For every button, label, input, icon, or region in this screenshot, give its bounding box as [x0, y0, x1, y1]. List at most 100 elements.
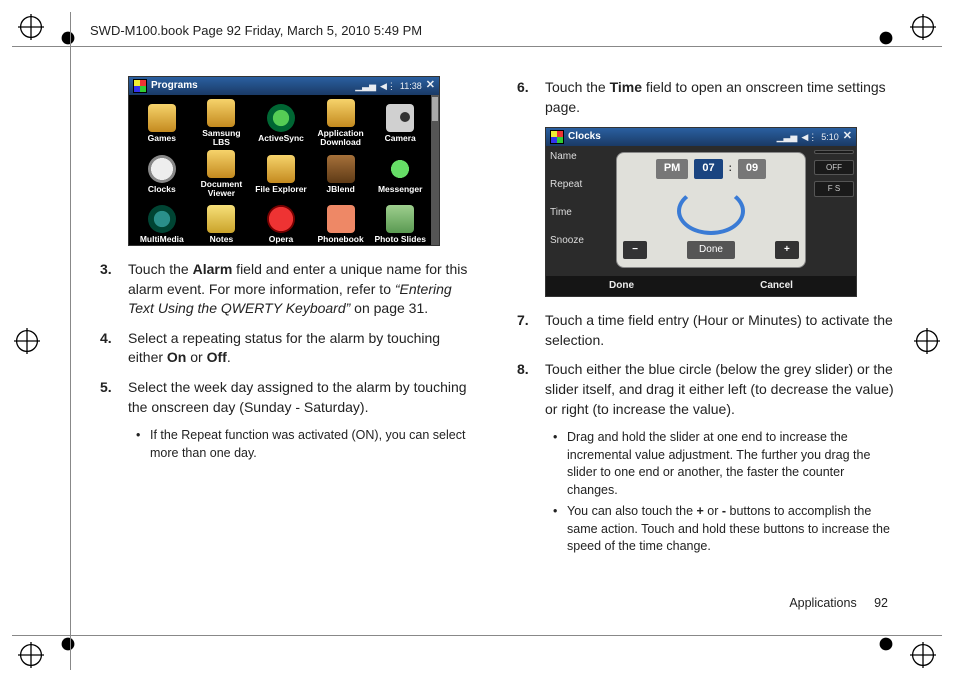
hour-segment: 07	[694, 159, 722, 178]
step-body: Touch the Alarm field and enter a unique…	[128, 260, 477, 319]
done-button: Done	[687, 241, 735, 259]
app-photo-slides: Photo Slides	[371, 200, 429, 249]
clocks-left-labels: Name Repeat Time Snooze	[546, 146, 614, 296]
step-number: 8.	[517, 360, 545, 419]
doc-header: SWD-M100.book Page 92 Friday, March 5, 2…	[90, 22, 422, 40]
crop-dot-icon	[60, 30, 76, 46]
play-icon	[148, 205, 176, 233]
app-download: Application Download	[312, 99, 370, 148]
label-name: Name	[550, 150, 610, 164]
app-samsung-lbs: Samsung LBS	[193, 99, 251, 148]
app-games: Games	[133, 99, 191, 148]
crop-dot-icon	[878, 30, 894, 46]
camera-icon	[386, 104, 414, 132]
close-icon: ✕	[426, 78, 435, 93]
crop-dot-icon	[60, 636, 76, 652]
step-3: 3. Touch the Alarm field and enter a uni…	[100, 260, 477, 319]
app-activesync: ActiveSync	[252, 99, 310, 148]
opera-icon	[267, 205, 295, 233]
time-dial: PM 07 : 09 − Done +	[616, 152, 806, 268]
crop-dot-icon	[878, 636, 894, 652]
app-notes: Notes	[193, 200, 251, 249]
figure-titlebar: Clocks ▁▃▅ ◀⋮ 5:10 ✕	[546, 128, 856, 146]
footer-section: Applications	[789, 596, 856, 610]
figure-title: Programs	[151, 79, 198, 93]
signal-icon: ▁▃▅	[777, 131, 798, 144]
clocks-footer: Done Cancel	[546, 276, 856, 296]
figure-programs: Programs ▁▃▅ ◀⋮ 11:38 ✕ Games Samsung LB…	[128, 76, 440, 246]
step-number: 4.	[100, 329, 128, 368]
left-column: Programs ▁▃▅ ◀⋮ 11:38 ✕ Games Samsung LB…	[100, 70, 477, 612]
step-number: 6.	[517, 78, 545, 117]
step-number: 7.	[517, 311, 545, 350]
footer-cancel: Cancel	[760, 279, 793, 293]
photo-icon	[386, 205, 414, 233]
step-body: Touch a time field entry (Hour or Minute…	[545, 311, 894, 350]
figure-titlebar: Programs ▁▃▅ ◀⋮ 11:38 ✕	[129, 77, 439, 95]
minute-segment: 09	[738, 159, 766, 178]
clocks-right-labels: OFF F S	[812, 146, 856, 200]
folder-icon	[207, 99, 235, 127]
crop-rule	[70, 12, 71, 670]
status-area: ▁▃▅ ◀⋮ 5:10 ✕	[777, 129, 852, 144]
ampm-segment: PM	[656, 159, 689, 178]
games-icon	[148, 104, 176, 132]
step-8: 8. Touch either the blue circle (below t…	[517, 360, 894, 419]
step-5: 5. Select the week day assigned to the a…	[100, 378, 477, 417]
app-jblend: JBlend	[312, 150, 370, 199]
crop-rule	[12, 635, 942, 636]
value-days: F S	[814, 181, 854, 196]
right-column: 6. Touch the Time field to open an onscr…	[517, 70, 894, 612]
windows-icon	[550, 130, 564, 144]
footer-done: Done	[609, 279, 634, 293]
plus-button: +	[775, 241, 799, 259]
folder-icon	[267, 155, 295, 183]
document-icon	[207, 150, 235, 178]
crop-rule	[12, 46, 942, 47]
step-8-bullets: Drag and hold the slider at one end to i…	[553, 429, 894, 556]
reg-mark-icon	[914, 328, 940, 354]
messenger-icon	[386, 155, 414, 183]
step-4: 4. Select a repeating status for the ala…	[100, 329, 477, 368]
signal-icon: ▁▃▅	[355, 80, 376, 93]
page-footer: Applications 92	[789, 595, 888, 613]
dial-arc-icon	[677, 187, 745, 235]
coffee-icon	[327, 155, 355, 183]
bullet: You can also touch the + or - buttons to…	[553, 503, 894, 556]
app-opera: Opera	[252, 200, 310, 249]
step-7: 7. Touch a time field entry (Hour or Min…	[517, 311, 894, 350]
app-clocks: Clocks	[133, 150, 191, 199]
reg-mark-icon	[14, 328, 40, 354]
app-file-explorer: File Explorer	[252, 150, 310, 199]
app-phonebook: Phonebook	[312, 200, 370, 249]
app-doc-viewer: Document Viewer	[193, 150, 251, 199]
app-camera: Camera	[371, 99, 429, 148]
step-number: 3.	[100, 260, 128, 319]
volume-icon: ◀⋮	[380, 80, 396, 93]
reg-mark-icon	[18, 14, 44, 40]
step-number: 5.	[100, 378, 128, 417]
step-body: Select a repeating status for the alarm …	[128, 329, 477, 368]
label-repeat: Repeat	[550, 178, 610, 192]
footer-page: 92	[874, 596, 888, 610]
programs-grid: Games Samsung LBS ActiveSync Application…	[129, 95, 439, 253]
sync-icon	[267, 104, 295, 132]
step-body: Select the week day assigned to the alar…	[128, 378, 477, 417]
app-messenger: Messenger	[371, 150, 429, 199]
figure-title: Clocks	[568, 130, 601, 144]
label-snooze: Snooze	[550, 234, 610, 248]
download-icon	[327, 99, 355, 127]
status-area: ▁▃▅ ◀⋮ 11:38 ✕	[355, 78, 435, 93]
bullet: Drag and hold the slider at one end to i…	[553, 429, 894, 499]
clock-icon	[148, 155, 176, 183]
clocks-body: Name Repeat Time Snooze OFF F S PM 07 : …	[546, 146, 856, 296]
reg-mark-icon	[18, 642, 44, 668]
step-6: 6. Touch the Time field to open an onscr…	[517, 78, 894, 117]
app-multimedia: MultiMedia	[133, 200, 191, 249]
bullet: If the Repeat function was activated (ON…	[136, 427, 477, 462]
windows-icon	[133, 79, 147, 93]
value-off: OFF	[814, 160, 854, 175]
volume-icon: ◀⋮	[801, 131, 817, 144]
page-content: Programs ▁▃▅ ◀⋮ 11:38 ✕ Games Samsung LB…	[100, 70, 894, 612]
figure-clocks: Clocks ▁▃▅ ◀⋮ 5:10 ✕ Name Repeat Time Sn…	[545, 127, 857, 297]
